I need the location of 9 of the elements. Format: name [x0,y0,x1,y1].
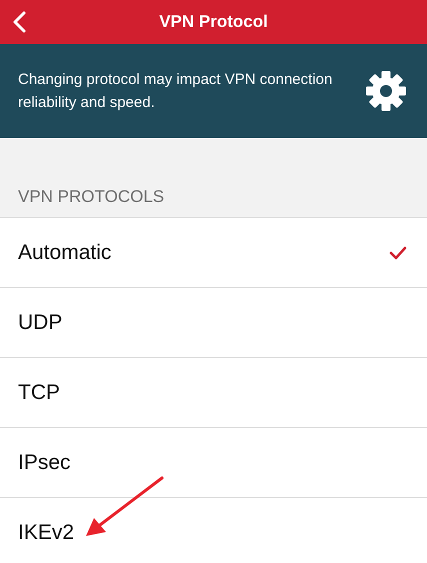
header-title: VPN Protocol [159,12,268,32]
gear-icon[interactable] [365,70,407,112]
protocol-option[interactable]: TCP [0,358,427,428]
banner-text: Changing protocol may impact VPN connection reliability and speed. [18,70,334,113]
protocol-option[interactable]: IPsec [0,428,427,498]
section-header: VPN PROTOCOLS [18,187,164,207]
back-icon [12,11,26,33]
protocol-option[interactable]: Automatic [0,218,427,288]
protocol-option[interactable]: UDP [0,288,427,358]
